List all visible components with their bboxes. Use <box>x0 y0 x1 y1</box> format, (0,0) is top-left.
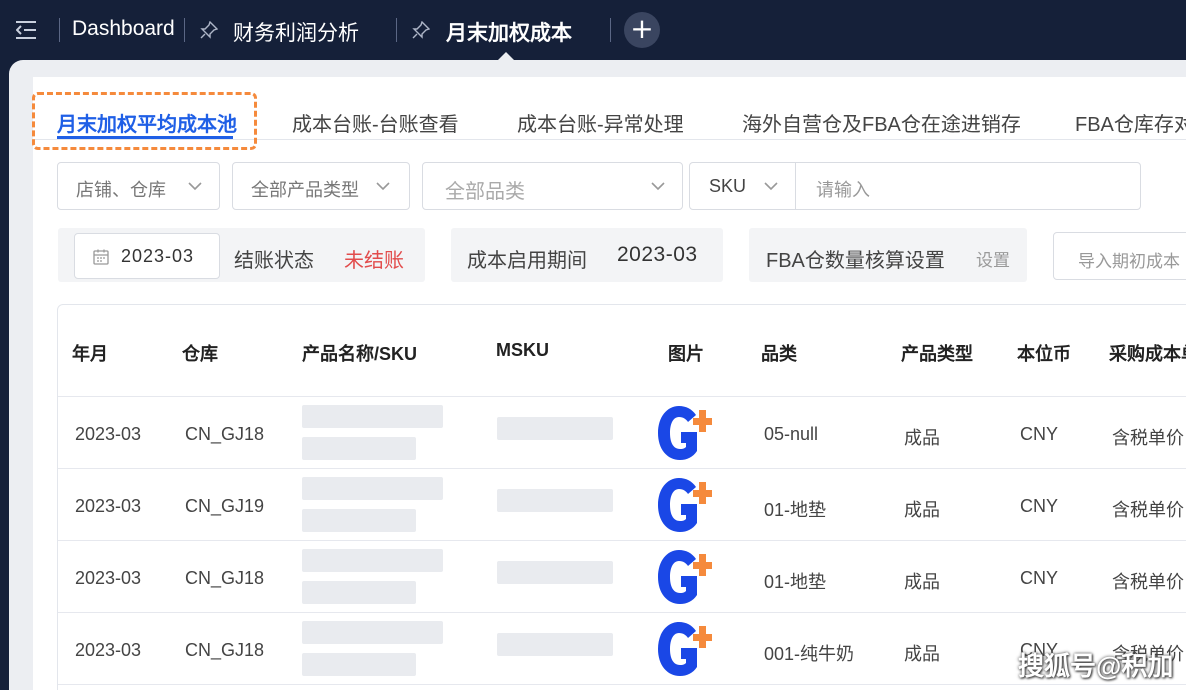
row-divider <box>58 612 1186 613</box>
category-placeholder: 全部品类 <box>445 181 525 203</box>
sku-search-input[interactable]: 请输入 <box>816 176 870 202</box>
highlight-annotation <box>32 92 257 150</box>
product-type-select[interactable]: 全部产品类型 <box>232 162 410 210</box>
cell-product-type: 成品 <box>904 428 940 448</box>
tab-divider <box>184 18 185 42</box>
cell-month: 2023-03 <box>75 640 142 660</box>
cell-purchase-cost: 含税单价 <box>1112 500 1184 520</box>
product-image[interactable] <box>657 549 713 605</box>
column-header-warehouse[interactable]: 仓库 <box>182 340 218 366</box>
import-button-label: 导入期初成本 <box>1078 252 1180 271</box>
subtab-ledger-view[interactable]: 成本台账-台账查看 <box>292 108 459 137</box>
header-divider <box>58 396 1186 397</box>
tab-divider <box>396 18 397 42</box>
sku-placeholder <box>302 653 416 676</box>
cell-month: 2023-03 <box>75 568 142 588</box>
tab-dashboard[interactable]: Dashboard <box>72 17 175 41</box>
cell-warehouse: CN_GJ18 <box>185 568 265 588</box>
product-name-placeholder <box>302 405 443 428</box>
msku-placeholder <box>497 417 613 440</box>
cell-product-type: 成品 <box>904 572 940 592</box>
cost-period-value: 2023-03 <box>617 243 698 266</box>
chevron-down-icon <box>376 182 390 191</box>
column-header-product-type[interactable]: 产品类型 <box>901 340 973 366</box>
cell-warehouse: CN_GJ19 <box>185 496 265 516</box>
pin-icon[interactable] <box>412 21 430 39</box>
cell-category: 01-地垫 <box>764 572 827 592</box>
fba-setting-link[interactable]: 设置 <box>976 246 1010 271</box>
column-header-msku[interactable]: MSKU <box>496 340 549 361</box>
fba-setting-label: FBA仓数量核算设置 <box>766 250 945 272</box>
month-value: 2023-03 <box>121 246 195 266</box>
shop-warehouse-placeholder: 店铺、仓库 <box>76 180 166 200</box>
product-name-placeholder <box>302 621 443 644</box>
cell-currency: CNY <box>1020 568 1059 588</box>
subtab-ledger-exception[interactable]: 成本台账-异常处理 <box>517 108 684 137</box>
cell-category: 01-地垫 <box>764 500 827 520</box>
tab-divider <box>59 18 60 42</box>
menu-collapse-icon[interactable] <box>16 20 38 40</box>
column-header-purchase-cost[interactable]: 采购成本单 <box>1109 340 1186 366</box>
top-tab-bar: Dashboard 财务利润分析 月末加权成本 + <box>0 0 1186 60</box>
active-tab-pointer <box>497 52 515 61</box>
chevron-down-icon <box>188 182 202 191</box>
column-header-product-sku[interactable]: 产品名称/SKU <box>302 340 417 366</box>
row-divider <box>58 684 1186 685</box>
row-divider <box>58 468 1186 469</box>
calendar-icon <box>93 249 109 265</box>
settlement-status-label: 结账状态 <box>234 250 314 272</box>
row-divider <box>58 540 1186 541</box>
month-picker[interactable]: 2023-03 <box>74 233 220 279</box>
msku-placeholder <box>497 489 613 512</box>
chevron-down-icon <box>651 182 665 191</box>
sku-search-group: SKU 请输入 <box>689 162 1141 210</box>
cell-warehouse: CN_GJ18 <box>185 424 265 444</box>
product-type-placeholder: 全部产品类型 <box>251 180 359 200</box>
product-name-placeholder <box>302 549 443 572</box>
cell-currency: CNY <box>1020 424 1059 444</box>
sku-placeholder <box>302 509 416 532</box>
cell-category: 05-null <box>764 424 819 444</box>
settlement-status-value: 未结账 <box>344 250 404 272</box>
tab-divider <box>610 18 611 42</box>
sku-placeholder <box>302 437 416 460</box>
add-tab-button[interactable]: + <box>624 12 660 48</box>
cell-product-type: 成品 <box>904 644 940 664</box>
column-header-month[interactable]: 年月 <box>72 340 108 366</box>
cell-product-type: 成品 <box>904 500 940 520</box>
cell-currency: CNY <box>1020 496 1059 516</box>
cell-category: 001-纯牛奶 <box>764 644 855 664</box>
cell-month: 2023-03 <box>75 424 142 444</box>
msku-placeholder <box>497 561 613 584</box>
product-image[interactable] <box>657 477 713 533</box>
chevron-down-icon[interactable] <box>764 182 778 191</box>
sku-placeholder <box>302 581 416 604</box>
shop-warehouse-select[interactable]: 店铺、仓库 <box>57 162 220 210</box>
product-image[interactable] <box>657 405 713 461</box>
category-select[interactable]: 全部品类 <box>422 162 683 210</box>
sku-select-value[interactable]: SKU <box>709 176 746 197</box>
product-name-placeholder <box>302 477 443 500</box>
watermark-text: 搜狐号@积加 <box>1018 651 1174 681</box>
column-header-currency[interactable]: 本位币 <box>1017 340 1071 366</box>
import-opening-cost-button[interactable]: 导入期初成本 <box>1053 232 1186 280</box>
tab-monthly-weighted-cost[interactable]: 月末加权成本 <box>446 17 572 47</box>
tab-profit-analysis[interactable]: 财务利润分析 <box>233 17 359 47</box>
cell-purchase-cost: 含税单价 <box>1112 572 1184 592</box>
column-header-category[interactable]: 品类 <box>761 340 797 366</box>
sku-divider <box>795 163 796 209</box>
column-header-image[interactable]: 图片 <box>668 340 704 366</box>
cell-purchase-cost: 含税单价 <box>1112 428 1184 448</box>
product-image[interactable] <box>657 621 713 677</box>
msku-placeholder <box>497 633 613 656</box>
subtab-overseas-fba-transit[interactable]: 海外自营仓及FBA仓在途进销存 <box>742 108 1021 137</box>
cell-month: 2023-03 <box>75 496 142 516</box>
subtab-fba-inventory[interactable]: FBA仓库存对 <box>1075 108 1186 137</box>
pin-icon[interactable] <box>200 21 218 39</box>
cell-warehouse: CN_GJ18 <box>185 640 265 660</box>
cost-period-label: 成本启用期间 <box>467 250 587 272</box>
